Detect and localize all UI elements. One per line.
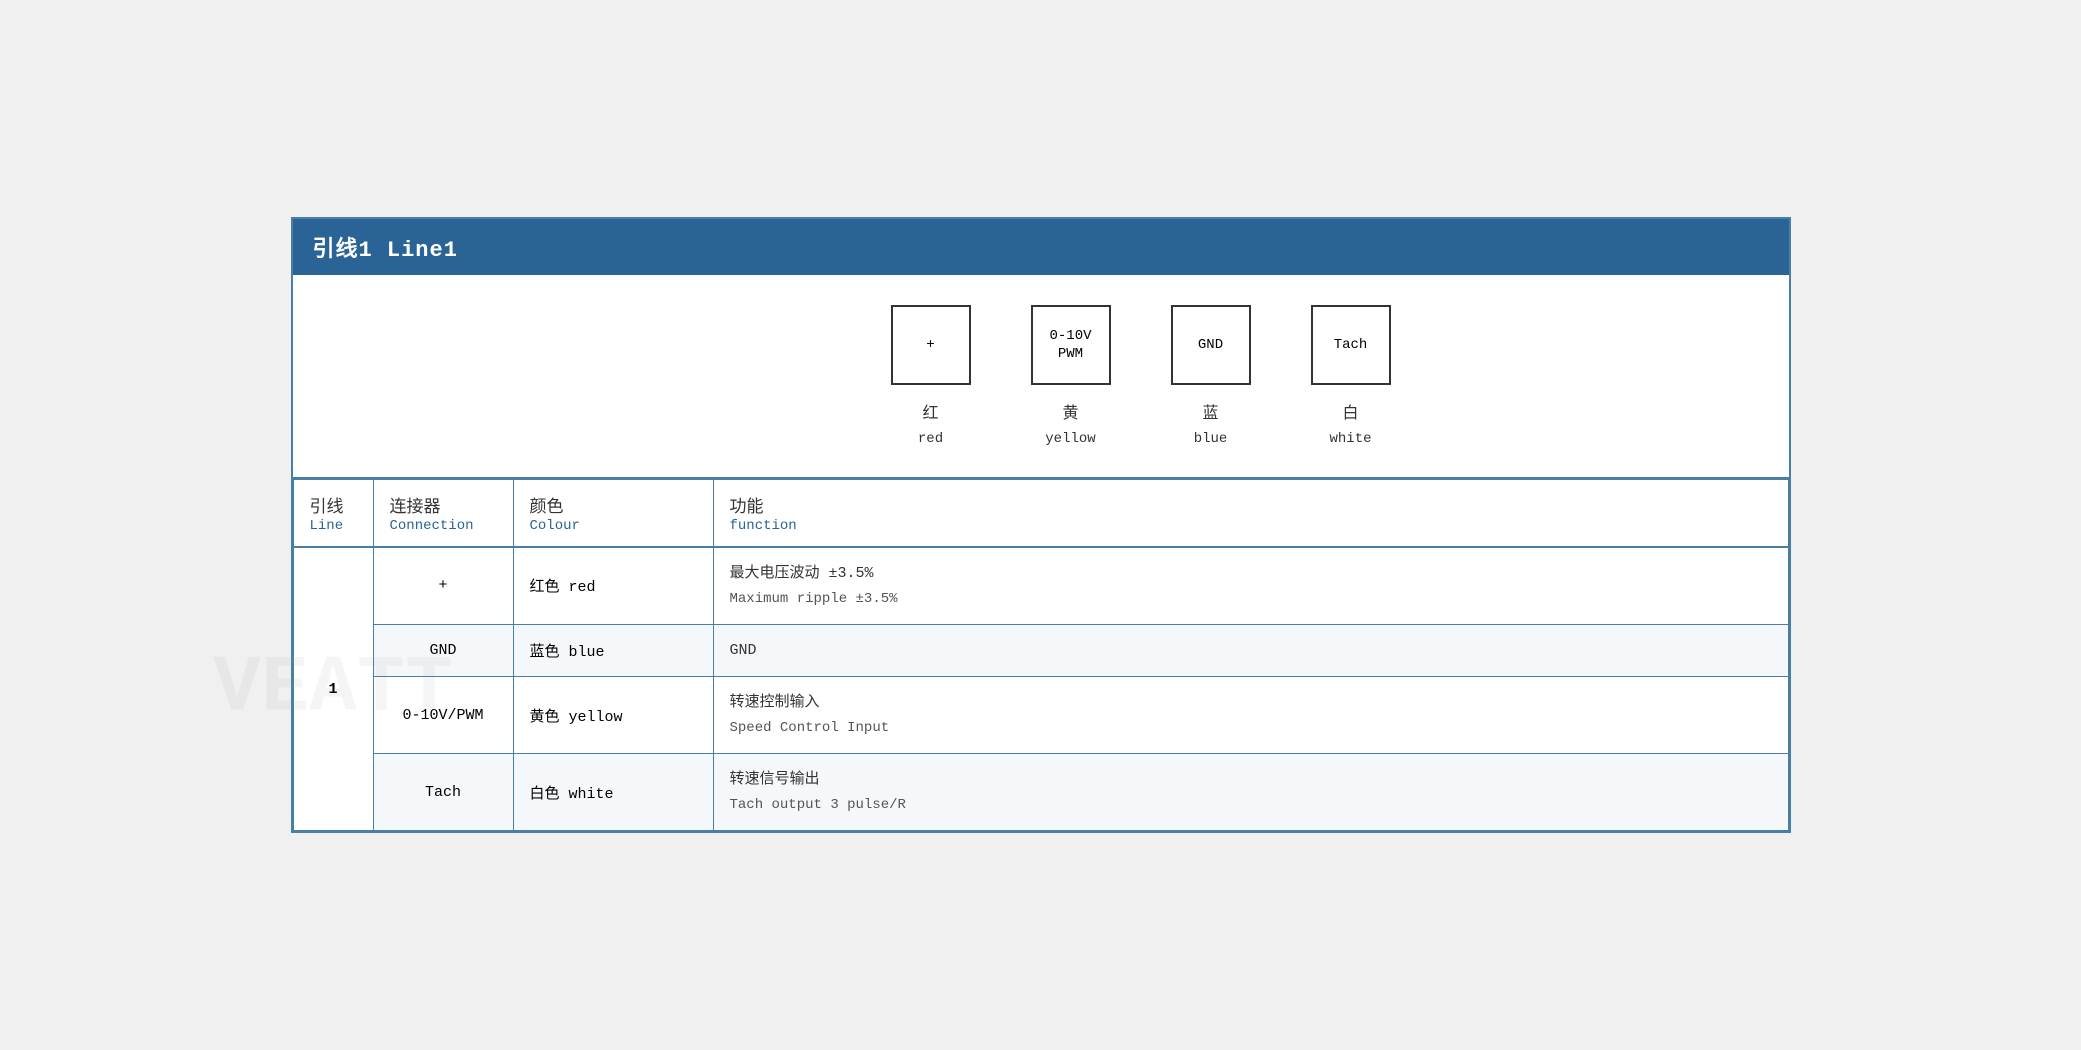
diagram-inner: + 红 red 0-10V PWM 黄 yellow GND 蓝 blue Ta… (891, 305, 1391, 447)
function-tach: 转速信号输出 Tach output 3 pulse/R (713, 754, 1788, 831)
pin-label-cn-tach: 白 (1342, 399, 1358, 423)
col-header-line: 引线 Line (293, 479, 373, 547)
pin-label-en-tach: white (1329, 431, 1371, 447)
line-number-cell: 1 VEATT (293, 547, 373, 831)
pin-box-plus: + (891, 305, 971, 385)
connection-gnd: GND (373, 624, 513, 676)
colour-white: 白色 white (513, 754, 713, 831)
col-header-function: 功能 function (713, 479, 1788, 547)
pin-item-pwm: 0-10V PWM 黄 yellow (1031, 305, 1111, 447)
main-container: 引线1 Line1 + 红 red 0-10V PWM 黄 yellow GND… (291, 217, 1791, 834)
connection-tach: Tach (373, 754, 513, 831)
colour-blue: 蓝色 blue (513, 624, 713, 676)
pin-item-tach: Tach 白 white (1311, 305, 1391, 447)
pin-label-cn-gnd: 蓝 (1202, 399, 1218, 423)
pin-box-pwm: 0-10V PWM (1031, 305, 1111, 385)
function-gnd: GND (713, 624, 1788, 676)
function-red: 最大电压波动 ±3.5% Maximum ripple ±3.5% (713, 547, 1788, 625)
data-table: 引线 Line 连接器 Connection 颜色 Colour 功能 func… (293, 479, 1789, 832)
table-row: 1 VEATT + 红色 red 最大电压波动 ±3.5% Maximum ri… (293, 547, 1788, 625)
pin-label-cn-plus: 红 (922, 399, 938, 423)
table-row: Tach 白色 white 转速信号输出 Tach output 3 pulse… (293, 754, 1788, 831)
function-pwm: 转速控制输入 Speed Control Input (713, 676, 1788, 753)
pin-label-en-plus: red (918, 431, 943, 447)
pin-label-en-pwm: yellow (1045, 431, 1095, 447)
connection-plus: + (373, 547, 513, 625)
table-header: 引线1 Line1 (293, 219, 1789, 275)
table-row: GND 蓝色 blue GND (293, 624, 1788, 676)
col-header-connection: 连接器 Connection (373, 479, 513, 547)
colour-yellow: 黄色 yellow (513, 676, 713, 753)
pin-box-tach: Tach (1311, 305, 1391, 385)
pin-item-gnd: GND 蓝 blue (1171, 305, 1251, 447)
pin-item-plus: + 红 red (891, 305, 971, 447)
pin-label-en-gnd: blue (1194, 431, 1228, 447)
colour-red: 红色 red (513, 547, 713, 625)
pin-label-cn-pwm: 黄 (1062, 399, 1078, 423)
line-number: 1 (328, 681, 337, 698)
col-header-colour: 颜色 Colour (513, 479, 713, 547)
connection-pwm: 0-10V/PWM (373, 676, 513, 753)
diagram-section: + 红 red 0-10V PWM 黄 yellow GND 蓝 blue Ta… (293, 275, 1789, 479)
table-row: 0-10V/PWM 黄色 yellow 转速控制输入 Speed Control… (293, 676, 1788, 753)
header-title: 引线1 Line1 (313, 238, 458, 263)
table-header-row: 引线 Line 连接器 Connection 颜色 Colour 功能 func… (293, 479, 1788, 547)
pin-box-gnd: GND (1171, 305, 1251, 385)
